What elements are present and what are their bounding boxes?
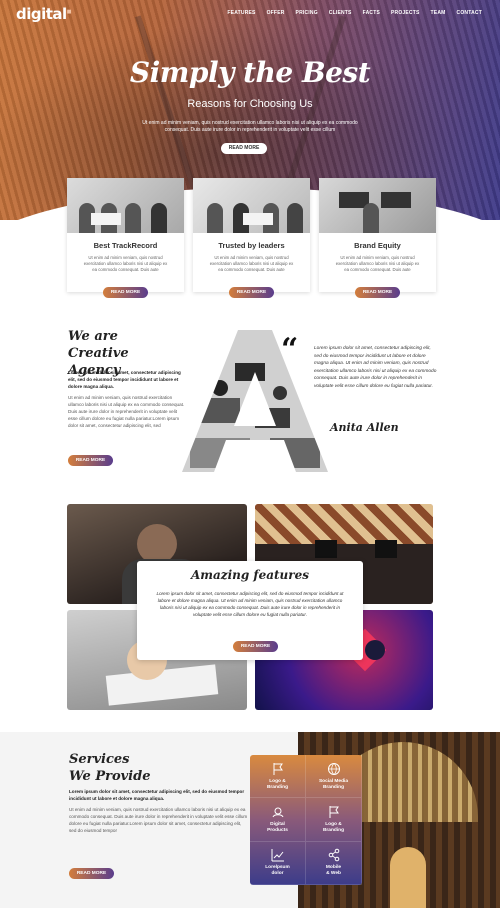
card-title: Best TrackRecord xyxy=(93,241,158,250)
letter-a-image xyxy=(182,330,328,472)
service-logo-branding[interactable]: Logo & Branding xyxy=(250,755,306,799)
card-photo xyxy=(319,178,436,233)
share-icon xyxy=(328,849,339,862)
title-line: Services xyxy=(69,752,130,767)
title-line: We Provide xyxy=(69,769,151,784)
card-title: Trusted by leaders xyxy=(218,241,285,250)
features-title: Amazing features xyxy=(190,568,309,582)
hero-body: Ut enim ad minim veniam, quis nostrud ex… xyxy=(142,120,358,133)
globe-icon xyxy=(327,762,340,775)
service-label: & Web xyxy=(326,871,341,877)
card-body: Ut enim ad minim veniam, quis nostrud ex… xyxy=(209,255,294,272)
services-title: Services We Provide xyxy=(69,751,189,785)
services-read-more-button[interactable]: READ MORE xyxy=(69,868,114,879)
card-body: Ut enim ad minim veniam, quis nostrud ex… xyxy=(83,255,168,272)
card-photo xyxy=(193,178,310,233)
testimonial-text: Lorem ipsum dolor sit amet, consectetur … xyxy=(314,346,437,389)
nav-item-features[interactable]: FEATURES xyxy=(227,10,255,16)
hero-read-more-button[interactable]: READ MORE xyxy=(221,143,267,154)
service-mobile-web[interactable]: Mobile & Web xyxy=(306,841,362,885)
services-grid: Logo & Branding Social Media Branding Di… xyxy=(250,755,362,885)
chart-icon xyxy=(271,849,284,862)
features-card: Amazing features Lorem ipsum dolor sit a… xyxy=(137,561,363,660)
card-photo xyxy=(67,178,184,233)
nav-item-projects[interactable]: PROJECTS xyxy=(391,10,420,16)
testimonial-author: Anita Allen xyxy=(330,421,399,434)
service-label: Branding xyxy=(266,784,289,790)
main-nav: FEATURES OFFER PRICING CLIENTS FACTS PRO… xyxy=(227,10,482,16)
creative-read-more-button[interactable]: READ MORE xyxy=(68,455,113,466)
service-digital-products[interactable]: Digital Products xyxy=(250,798,306,842)
flag-icon xyxy=(329,805,339,818)
nav-item-clients[interactable]: CLIENTS xyxy=(329,10,352,16)
service-label: dolor xyxy=(271,871,284,877)
nav-item-pricing[interactable]: PRICING xyxy=(296,10,318,16)
card-trusted-leaders: Trusted by leaders Ut enim ad minim veni… xyxy=(193,178,310,298)
nav-item-team[interactable]: TEAM xyxy=(431,10,446,16)
card-read-more-button[interactable]: READ MORE xyxy=(103,287,148,298)
hero-subtitle: Reasons for Choosing Us xyxy=(187,98,313,110)
card-read-more-button[interactable]: READ MORE xyxy=(229,287,274,298)
body-text: Ut enim ad minim veniam, quis nostrud ex… xyxy=(69,807,248,833)
card-title: Brand Equity xyxy=(354,241,401,250)
nav-item-contact[interactable]: CONTACT xyxy=(457,10,482,16)
card-body: Ut enim ad minim veniam, quis nostrud ex… xyxy=(335,255,420,272)
service-label: Branding xyxy=(322,784,345,790)
lead-text: Lorem ipsum dolor sit amet, consectetur … xyxy=(68,370,181,389)
lead-text: Lorem ipsum dolor sit amet, consectetur … xyxy=(69,789,245,801)
features-text: Lorem ipsum dolor sit amet, consectetur … xyxy=(156,591,344,617)
service-label: Products xyxy=(267,827,288,833)
card-read-more-button[interactable]: READ MORE xyxy=(355,287,400,298)
hero-title: Simply the Best xyxy=(129,56,371,89)
services-body: Lorem ipsum dolor sit amet, consectetur … xyxy=(69,788,249,834)
nav-item-offer[interactable]: OFFER xyxy=(267,10,285,16)
creative-agency-body: Lorem ipsum dolor sit amet, consectetur … xyxy=(68,369,186,429)
logo[interactable]: digital■ xyxy=(16,5,71,23)
nav-item-facts[interactable]: FACTS xyxy=(363,10,380,16)
service-loremipsum[interactable]: Lorelpsum dolor xyxy=(250,841,306,885)
card-track-record: Best TrackRecord Ut enim ad minim veniam… xyxy=(67,178,184,298)
flag-icon xyxy=(273,762,283,775)
title-line: We are xyxy=(68,329,118,344)
card-brand-equity: Brand Equity Ut enim ad minim veniam, qu… xyxy=(319,178,436,298)
service-logo-branding-2[interactable]: Logo & Branding xyxy=(306,798,362,842)
body-text: Ut enim ad minim veniam, quis nostrud ex… xyxy=(68,395,185,428)
service-social-media[interactable]: Social Media Branding xyxy=(306,755,362,799)
features-read-more-button[interactable]: READ MORE xyxy=(233,641,278,652)
headset-icon xyxy=(272,807,283,818)
service-label: Branding xyxy=(322,827,345,833)
quote-mark-icon: “ xyxy=(281,332,299,367)
feature-cards: Best TrackRecord Ut enim ad minim veniam… xyxy=(67,178,436,298)
